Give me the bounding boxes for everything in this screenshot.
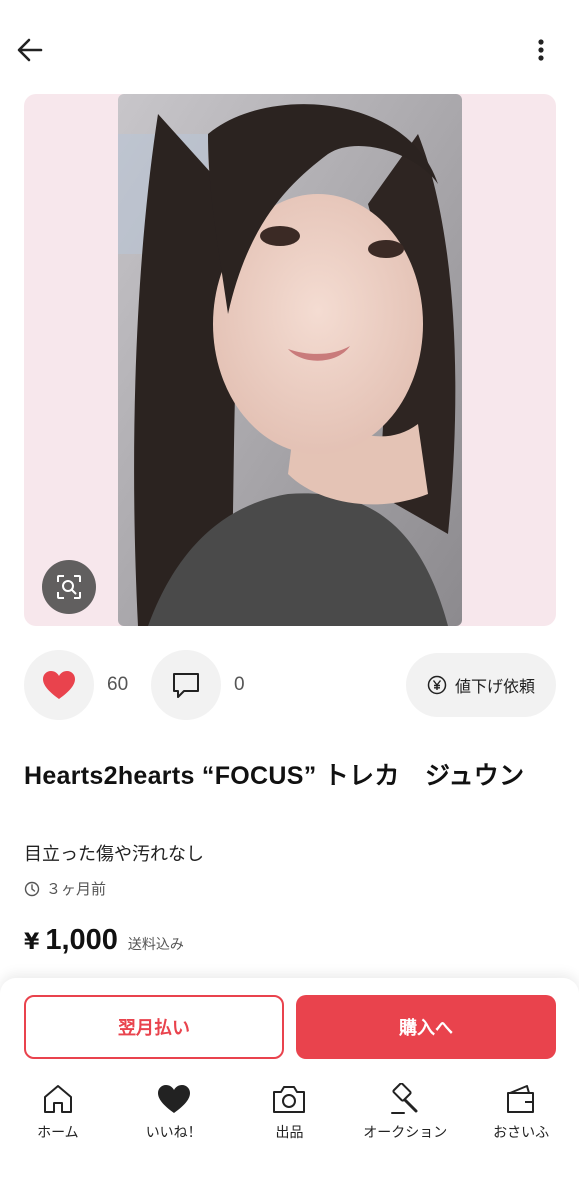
action-row: 60 0 値下げ依頼 [24,650,556,722]
nav-label-auction: オークション [363,1125,448,1141]
shipping-note: 送料込み [127,937,184,953]
bottom-nav: ホーム いいね！ 出品 オークション おさいふ [0,1082,579,1152]
home-icon [43,1085,72,1113]
more-vertical-icon [538,39,544,61]
image-search-icon [57,575,81,599]
arrow-left-icon [17,38,43,62]
pay-later-button[interactable]: 翌月払い [24,995,284,1059]
nav-item-auction[interactable]: オークション [347,1082,463,1152]
price-amount: 1,000 [45,924,118,956]
product-condition: 目立った傷や汚れなし [24,844,204,865]
heart-filled-icon [43,671,75,699]
product-image-frame [24,94,556,626]
like-count: 60 [107,674,129,695]
clock-icon [24,881,40,896]
nav-item-likes[interactable]: いいね！ [116,1082,232,1152]
more-options-button[interactable] [523,32,559,68]
photo-card-image [118,94,462,626]
nav-item-wallet[interactable]: おさいふ [463,1082,579,1152]
comment-icon [173,673,199,698]
like-button[interactable] [24,650,94,720]
nav-item-home[interactable]: ホーム [0,1082,116,1152]
price-request-label: 値下げ依頼 [454,677,535,696]
comment-button[interactable] [151,650,221,720]
camera-icon [273,1086,306,1113]
nav-label-likes: いいね！ [145,1125,202,1141]
comment-count: 0 [234,674,245,695]
yen-circle-icon [427,675,447,695]
buy-button[interactable]: 購入へ [296,995,556,1059]
nav-label-sell: 出品 [275,1125,304,1141]
posted-time-label: ３ヶ月前 [46,880,107,898]
price-request-button[interactable]: 値下げ依頼 [406,653,556,717]
nav-label-wallet: おさいふ [493,1125,550,1141]
auction-hammer-icon [391,1083,418,1114]
currency-symbol: ¥ [24,930,40,955]
image-search-button[interactable] [42,560,96,614]
back-button[interactable] [12,32,48,68]
product-photo[interactable] [118,94,462,626]
product-price: ¥ 1,000 送料込み [24,924,184,957]
bottom-panel: 翌月払い 購入へ ホーム いいね！ 出品 オークション おさいふ [0,978,579,1200]
posted-time: ３ヶ月前 [24,878,106,899]
wallet-icon [507,1085,535,1113]
nav-item-sell[interactable]: 出品 [232,1082,348,1152]
heart-icon [157,1085,190,1113]
nav-label-home: ホーム [37,1125,79,1141]
product-title: Hearts2hearts “FOCUS” トレカ ジュウン [24,762,525,790]
top-bar [0,0,579,100]
